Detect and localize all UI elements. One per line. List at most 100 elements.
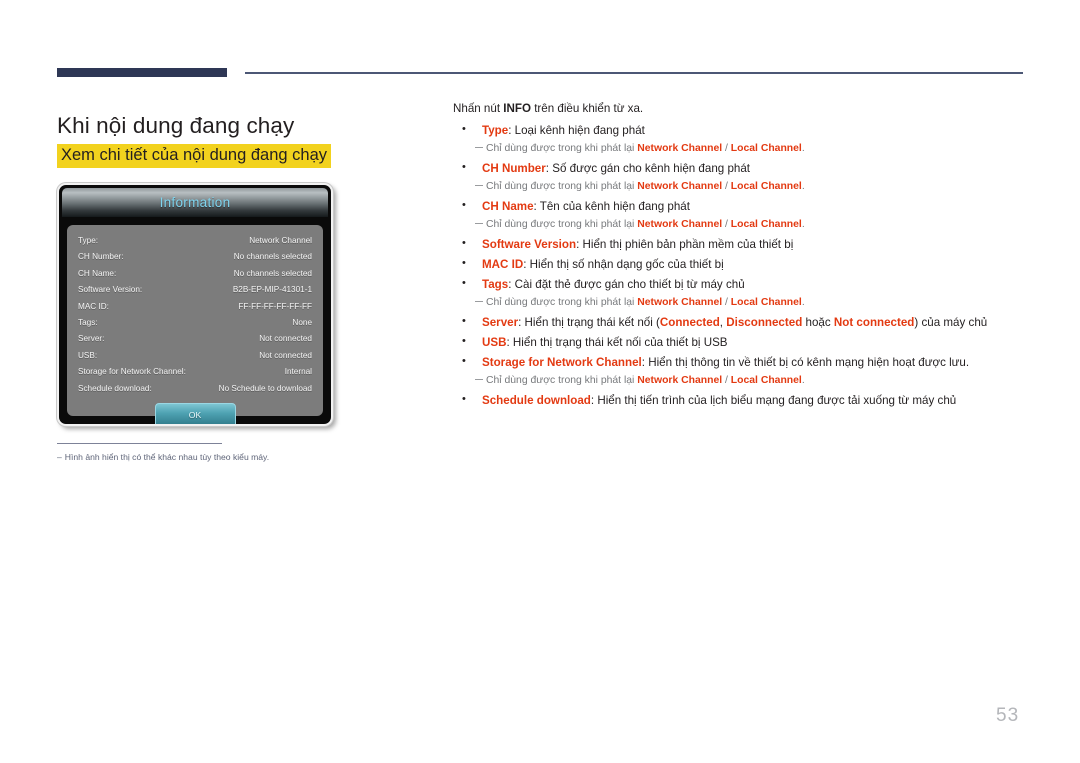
subnote-prefix: Chỉ dùng được trong khi phát lại [486, 143, 638, 154]
intro-after: trên điều khiển từ xa. [530, 102, 644, 115]
information-row-key: Server: [78, 334, 105, 344]
subnote-suffix: . [801, 219, 805, 230]
subnote-prefix: Chỉ dùng được trong khi phát lại [486, 181, 638, 192]
intro-before: Nhấn nút [453, 102, 504, 115]
bullet-description: : Hiển thị thông tin về thiết bị có kênh… [641, 356, 970, 369]
playback-restriction-note: Chỉ dùng được trong khi phát lại Network… [453, 295, 1028, 311]
information-dialog: Information Type: Network Channel CH Numbe… [57, 183, 333, 426]
bullet-description: : Loại kênh hiện đang phát [508, 124, 645, 137]
playback-restriction-note: Chỉ dùng được trong khi phát lại Network… [453, 179, 1028, 195]
bullet-description: : Số được gán cho kênh hiện đang phát [545, 162, 751, 175]
information-row-value: No Schedule to download [218, 383, 312, 393]
playback-restriction-note: Chỉ dùng được trong khi phát lại Network… [453, 373, 1028, 389]
network-channel-keyword: Network Channel [637, 375, 723, 386]
header-rule-thick [57, 68, 227, 77]
information-dialog-body: Type: Network Channel CH Number: No channel… [67, 225, 323, 424]
subnote-prefix: Chỉ dùng được trong khi phát lại [486, 375, 638, 386]
information-row-value: Internal [284, 367, 312, 377]
information-row: CH Name: No channels selected [78, 266, 312, 282]
bullet-item: Software Version: Hiển thị phiên bản phầ… [453, 235, 1028, 253]
bullet-term: CH Name [482, 200, 534, 213]
information-row: Type: Network Channel [78, 233, 312, 249]
bullet-term: USB [482, 336, 507, 349]
local-channel-keyword: Local Channel [730, 297, 802, 308]
information-row: Server: Not connected [78, 331, 312, 347]
information-row-value: No channels selected [233, 268, 312, 278]
network-channel-keyword: Network Channel [637, 297, 723, 308]
information-row: Schedule download: No Schedule to downloa… [78, 381, 312, 397]
information-row: Software Version: B2B-EP-MIP-41301-1 [78, 282, 312, 298]
information-row-value: No channels selected [233, 252, 312, 262]
ok-button[interactable]: OK [154, 402, 236, 424]
bullet-term: CH Number [482, 162, 546, 175]
information-row-key: USB: [78, 350, 98, 360]
information-row-key: Software Version: [78, 285, 143, 295]
subnote-suffix: . [801, 181, 805, 192]
information-row: Tags: None [78, 315, 312, 331]
bullet-term: MAC ID [482, 258, 524, 271]
information-row-value: FF-FF-FF-FF-FF-FF [238, 301, 312, 311]
figure-footnote: ‒ Hình ảnh hiển thị có thể khác nhau tùy … [57, 443, 357, 462]
bullet-item: Tags: Cài đặt thẻ được gán cho thiết bị … [453, 275, 1028, 293]
information-row-value: Network Channel [249, 236, 312, 245]
bullet-item: Type: Loại kênh hiện đang phát [453, 121, 1028, 139]
bullet-description: : Hiển thị phiên bản phần mềm của thiết … [576, 238, 794, 251]
information-row-key: MAC ID: [78, 301, 109, 311]
bullet-term: Schedule download [482, 394, 591, 407]
network-channel-keyword: Network Channel [637, 143, 723, 154]
bullet-item: CH Number: Số được gán cho kênh hiện đan… [453, 159, 1028, 177]
bullet-description: : Tên của kênh hiện đang phát [533, 200, 690, 213]
network-channel-keyword: Network Channel [637, 181, 723, 192]
subnote-separator: / [722, 297, 731, 308]
bullet-item: Storage for Network Channel: Hiển thị th… [453, 353, 1028, 371]
network-channel-keyword: Network Channel [637, 219, 723, 230]
connected-keyword: Connected [659, 316, 720, 329]
information-row: USB: Not connected [78, 348, 312, 364]
playback-restriction-note: Chỉ dùng được trong khi phát lại Network… [453, 217, 1028, 233]
info-button-keyword: INFO [503, 102, 531, 115]
footnote-rule [57, 443, 222, 444]
bullet-term: Storage for Network Channel [482, 356, 642, 369]
local-channel-keyword: Local Channel [730, 375, 802, 386]
information-row-key: Type: [78, 236, 99, 245]
information-dialog-titlebar: Information [62, 188, 328, 217]
information-row-key: Tags: [78, 317, 98, 327]
bullet-description: : Hiển thị tiến trình của lịch biểu mạng… [590, 394, 957, 407]
information-row-value: None [292, 317, 312, 327]
local-channel-keyword: Local Channel [730, 181, 802, 192]
information-row: Storage for Network Channel: Internal [78, 364, 312, 380]
subnote-separator: / [722, 181, 731, 192]
bullet-item: MAC ID: Hiển thị số nhận dạng gốc của th… [453, 255, 1028, 273]
subnote-separator: / [722, 375, 731, 386]
description-column: Nhấn nút INFO trên điều khiển từ xa. Typ… [453, 100, 1028, 409]
information-row-key: Schedule download: [78, 383, 152, 393]
subnote-prefix: Chỉ dùng được trong khi phát lại [486, 297, 638, 308]
footnote-body: Hình ảnh hiển thị có thể khác nhau tùy t… [64, 452, 270, 462]
section-subtitle-wrap: Xem chi tiết của nội dung đang chạy [57, 144, 332, 168]
bullet-term: Type [482, 124, 509, 137]
page-number: 53 [996, 705, 1020, 726]
information-row-list: Type: Network Channel CH Number: No channel… [78, 233, 312, 397]
bullet-item: CH Name: Tên của kênh hiện đang phát [453, 197, 1028, 215]
information-row-value: Not connected [259, 350, 312, 360]
subnote-separator: / [722, 219, 731, 230]
subnote-suffix: . [801, 375, 805, 386]
information-row: MAC ID: FF-FF-FF-FF-FF-FF [78, 299, 312, 315]
information-row-key: Storage for Network Channel: [78, 367, 186, 377]
bullet-description: : Hiển thị số nhận dạng gốc của thiết bị [523, 258, 724, 271]
information-ok-wrap: OK [78, 402, 312, 424]
subnote-suffix: . [801, 143, 805, 154]
footnote-text: ‒ Hình ảnh hiển thị có thể khác nhau tùy … [57, 452, 357, 462]
disconnected-keyword: Disconnected [726, 316, 803, 329]
header-rule [57, 68, 1023, 78]
bullet-description: ) của máy chủ [914, 316, 988, 329]
section-subtitle: Xem chi tiết của nội dung đang chạy [57, 144, 332, 168]
bullet-description: hoặc [802, 316, 834, 329]
not-connected-keyword: Not connected [833, 316, 915, 329]
header-rule-thin [245, 72, 1023, 74]
information-row-key: CH Number: [78, 252, 124, 262]
local-channel-keyword: Local Channel [730, 143, 802, 154]
bullet-description: : Cài đặt thẻ được gán cho thiết bị từ m… [508, 278, 745, 291]
information-row-value: Not connected [259, 334, 312, 344]
subnote-separator: / [722, 143, 731, 154]
